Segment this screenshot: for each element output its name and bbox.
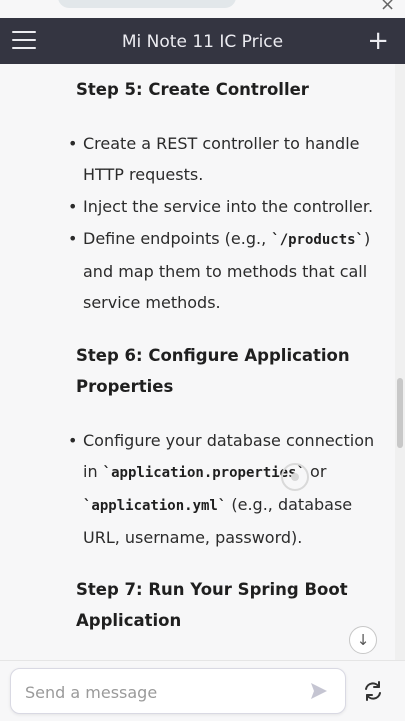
heading-line: Application xyxy=(76,611,182,630)
bullet-text: URL, username, password). xyxy=(83,528,303,547)
step5-heading: Step 5: Create Controller xyxy=(76,80,309,99)
scrollbar-thumb[interactable] xyxy=(397,378,403,448)
bullet-text: Configure your database connection xyxy=(83,431,375,450)
bullet-text: in xyxy=(83,462,103,481)
heading-line: Properties xyxy=(76,377,174,396)
arrow-down-icon: ↓ xyxy=(356,631,370,649)
touch-indicator xyxy=(281,463,309,491)
bullet-text: HTTP requests. xyxy=(83,165,204,184)
app-header: Mi Note 11 IC Price + xyxy=(0,18,405,64)
step7-heading: Step 7: Run Your Spring Boot Application xyxy=(76,574,376,636)
plus-icon[interactable]: + xyxy=(367,28,389,54)
refresh-icon[interactable] xyxy=(361,679,385,703)
message-input[interactable] xyxy=(23,680,297,704)
top-pill xyxy=(58,0,236,8)
inline-code: `/products` xyxy=(271,232,364,248)
send-arrow-icon[interactable] xyxy=(309,681,329,701)
composer-bar xyxy=(0,660,405,721)
step6-heading: Step 6: Configure Application Properties xyxy=(76,340,376,402)
bullet-text: ) xyxy=(363,229,371,248)
scroll-down-button[interactable]: ↓ xyxy=(349,626,377,654)
heading-line: Step 7: Run Your Spring Boot xyxy=(76,580,348,599)
bullet-text: Create a REST controller to handle xyxy=(83,134,360,153)
scrollbar[interactable] xyxy=(395,64,405,660)
inline-code: `application.yml` xyxy=(83,498,227,514)
heading-line: Step 6: Configure Application xyxy=(76,346,350,365)
bullet-text: (e.g., database xyxy=(226,495,353,514)
close-icon[interactable]: × xyxy=(380,0,395,15)
chat-message-content: Step 5: Create Controller • Create a RES… xyxy=(0,64,395,660)
bullet-text: Define endpoints (e.g., xyxy=(83,229,272,248)
bullet-text: and map them to methods that call xyxy=(83,262,368,281)
inline-code: `application.properties` xyxy=(102,465,305,481)
bullet-text: Inject the service into the controller. xyxy=(83,197,374,216)
message-input-box[interactable] xyxy=(10,668,346,714)
page-title: Mi Note 11 IC Price xyxy=(121,32,284,52)
bullet-text: service methods. xyxy=(83,293,221,312)
top-strip: × xyxy=(0,0,405,18)
